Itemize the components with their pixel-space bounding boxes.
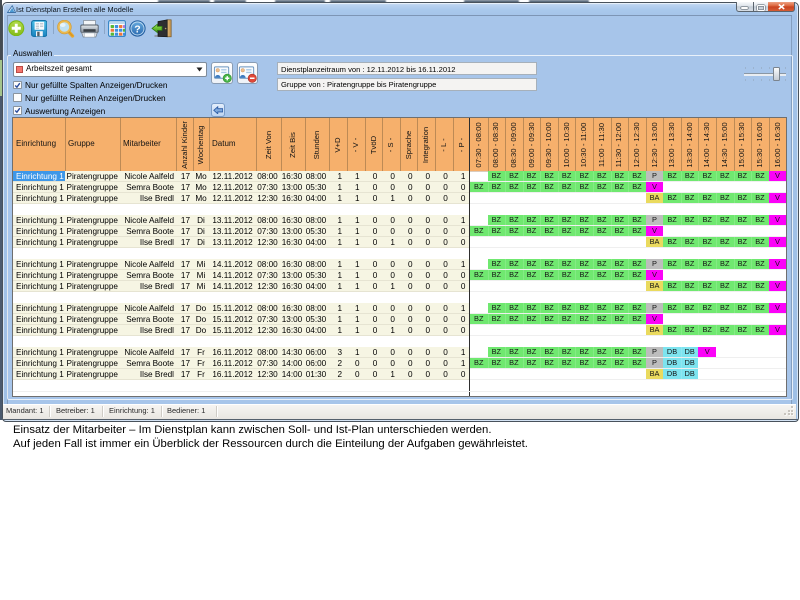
svg-text:?: ? [134, 23, 140, 35]
